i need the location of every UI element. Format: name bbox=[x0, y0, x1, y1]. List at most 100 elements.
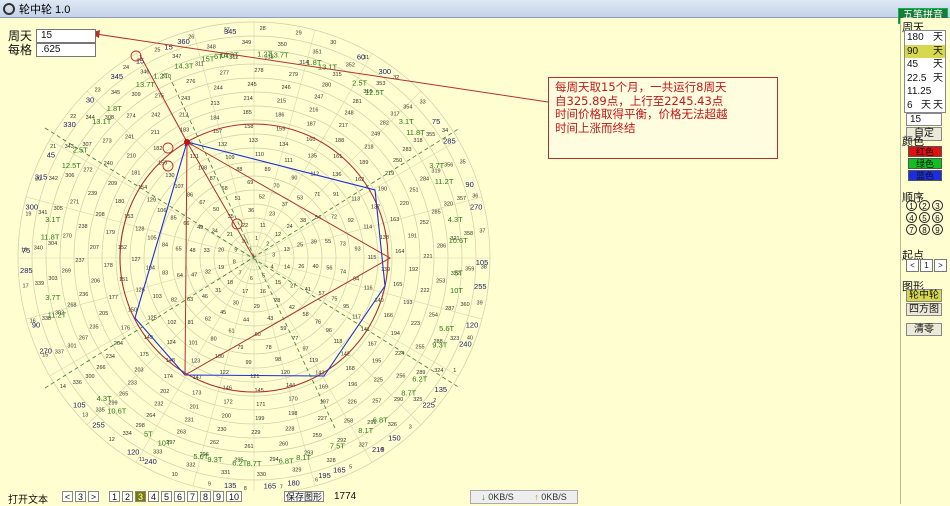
start-prev-button[interactable]: < bbox=[906, 259, 919, 272]
cell-number: 200 bbox=[222, 414, 231, 420]
cell-number: 269 bbox=[62, 268, 71, 274]
time-cycle-label: 12.5T bbox=[365, 88, 385, 97]
cell-number: 164 bbox=[395, 249, 404, 255]
time-cycle-label: 13.7T bbox=[136, 80, 156, 89]
page-next-button[interactable]: > bbox=[88, 491, 99, 502]
save-shape-button[interactable]: 保存图形 bbox=[284, 491, 324, 502]
color-red-button[interactable]: 红色 bbox=[908, 146, 942, 157]
time-cycle-label: 6.2T bbox=[412, 375, 427, 384]
cell-number: 151 bbox=[119, 277, 128, 283]
cell-number: 13 bbox=[284, 247, 290, 253]
page-button[interactable]: 8 bbox=[200, 491, 211, 502]
cell-number: 221 bbox=[423, 254, 432, 260]
cell-number: 73 bbox=[340, 241, 346, 247]
page-button[interactable]: 4 bbox=[148, 491, 159, 502]
title-bar: 轮中轮 1.0 bbox=[0, 0, 950, 18]
cell-number: 272 bbox=[83, 168, 92, 174]
cell-number: 331 bbox=[221, 470, 230, 476]
network-speed-bar: ↓ 0KB/S ↑ 0KB/S bbox=[470, 490, 578, 504]
order-option[interactable]: 2 bbox=[919, 200, 930, 211]
cell-number: 188 bbox=[335, 138, 344, 144]
cell-number: 71 bbox=[314, 192, 320, 198]
shape-square-button[interactable]: 四方图 bbox=[906, 303, 942, 316]
custom-cycle-input[interactable]: 15 bbox=[906, 113, 942, 126]
cell-number: 359 bbox=[465, 267, 474, 273]
order-option[interactable]: 7 bbox=[906, 224, 917, 235]
up-arrow-icon: ↑ bbox=[534, 492, 539, 502]
red-radius-line bbox=[186, 141, 255, 259]
cycle-option[interactable]: 11.25 天 bbox=[905, 85, 945, 111]
time-cycle-label: 5T bbox=[454, 268, 463, 277]
page-button[interactable]: 1 bbox=[109, 491, 120, 502]
order-option[interactable]: 3 bbox=[932, 200, 943, 211]
cycle-option[interactable]: 45 天 bbox=[905, 58, 945, 72]
cell-number: 248 bbox=[345, 110, 354, 116]
page-button[interactable]: 10 bbox=[226, 491, 242, 502]
cell-number: 215 bbox=[277, 98, 286, 104]
cell-number: 348 bbox=[207, 44, 216, 50]
order-option[interactable]: 8 bbox=[919, 224, 930, 235]
cell-number: 345 bbox=[111, 90, 120, 96]
cell-number: 246 bbox=[282, 85, 291, 91]
cell-number: 68 bbox=[222, 186, 228, 192]
cell-number: 174 bbox=[164, 374, 173, 380]
cycle-list[interactable]: 180 天 90 天 45 天 22.5 天 11.25 天 6 天 bbox=[904, 30, 946, 113]
cycle-option[interactable]: 22.5 天 bbox=[905, 72, 945, 86]
cell-number: 49 bbox=[197, 225, 203, 231]
outer-degree-label: 75 bbox=[22, 246, 30, 255]
cell-number: 230 bbox=[217, 427, 226, 433]
cell-number: 130 bbox=[165, 173, 174, 179]
outer-degree-label: 165 bbox=[264, 481, 277, 490]
page-button[interactable]: 7 bbox=[187, 491, 198, 502]
page-button-selected[interactable]: 3 bbox=[135, 491, 146, 502]
order-option[interactable]: 1 bbox=[906, 200, 917, 211]
shape-wheel-button[interactable]: 轮中轮 bbox=[906, 289, 942, 302]
cell-number: 95 bbox=[343, 304, 349, 310]
cell-number: 22 bbox=[242, 223, 248, 229]
cycle-option[interactable]: 180 天 bbox=[905, 31, 945, 45]
step-input[interactable]: .625 bbox=[36, 42, 96, 57]
outer-degree-label: 30 bbox=[86, 96, 94, 105]
color-green-button[interactable]: 绿色 bbox=[908, 158, 942, 169]
time-cycle-label: 8.1T bbox=[296, 453, 311, 462]
time-cycle-label: 10T bbox=[158, 438, 171, 447]
cell-number: 138 bbox=[380, 235, 389, 241]
cell-number: 114 bbox=[363, 225, 372, 231]
outer-degree-label: 165 bbox=[333, 465, 346, 474]
cell-number: 199 bbox=[255, 416, 264, 422]
start-next-button[interactable]: > bbox=[934, 259, 947, 272]
page-prev-button[interactable]: < bbox=[62, 491, 73, 502]
page-current[interactable]: 3 bbox=[75, 491, 86, 502]
cycle-option[interactable]: 90 天 bbox=[905, 44, 945, 58]
cell-number: 69 bbox=[247, 180, 253, 186]
cell-number: 179 bbox=[106, 230, 115, 236]
cell-number: 84 bbox=[162, 242, 168, 248]
color-blue-button[interactable]: 蓝色 bbox=[908, 170, 942, 181]
clear-button[interactable]: 清零 bbox=[906, 323, 942, 336]
order-option[interactable]: 5 bbox=[919, 212, 930, 223]
cell-number: 332 bbox=[186, 463, 195, 469]
page-button[interactable]: 9 bbox=[213, 491, 224, 502]
down-arrow-icon: ↓ bbox=[481, 492, 486, 502]
cell-number: 36 bbox=[472, 193, 478, 199]
cell-number: 85 bbox=[171, 216, 177, 222]
cell-number: 5 bbox=[349, 465, 352, 471]
time-cycle-label: 9.3T bbox=[207, 455, 222, 464]
page-button[interactable]: 6 bbox=[174, 491, 185, 502]
page-button[interactable]: 2 bbox=[122, 491, 133, 502]
time-cycle-label: 15T bbox=[201, 54, 214, 63]
cell-number: 206 bbox=[91, 279, 100, 285]
cell-number: 213 bbox=[211, 101, 220, 107]
page-button[interactable]: 5 bbox=[161, 491, 172, 502]
cell-number: 303 bbox=[48, 276, 57, 282]
cell-number: 74 bbox=[340, 270, 346, 276]
cell-number: 259 bbox=[313, 433, 322, 439]
order-option[interactable]: 6 bbox=[932, 212, 943, 223]
order-option[interactable]: 4 bbox=[906, 212, 917, 223]
upload-speed: ↑ 0KB/S bbox=[534, 492, 567, 502]
cell-number: 194 bbox=[391, 331, 400, 337]
cell-number: 283 bbox=[402, 147, 411, 153]
outer-degree-label: 300 bbox=[26, 203, 39, 212]
order-option[interactable]: 9 bbox=[932, 224, 943, 235]
cell-number: 36 bbox=[248, 208, 254, 214]
